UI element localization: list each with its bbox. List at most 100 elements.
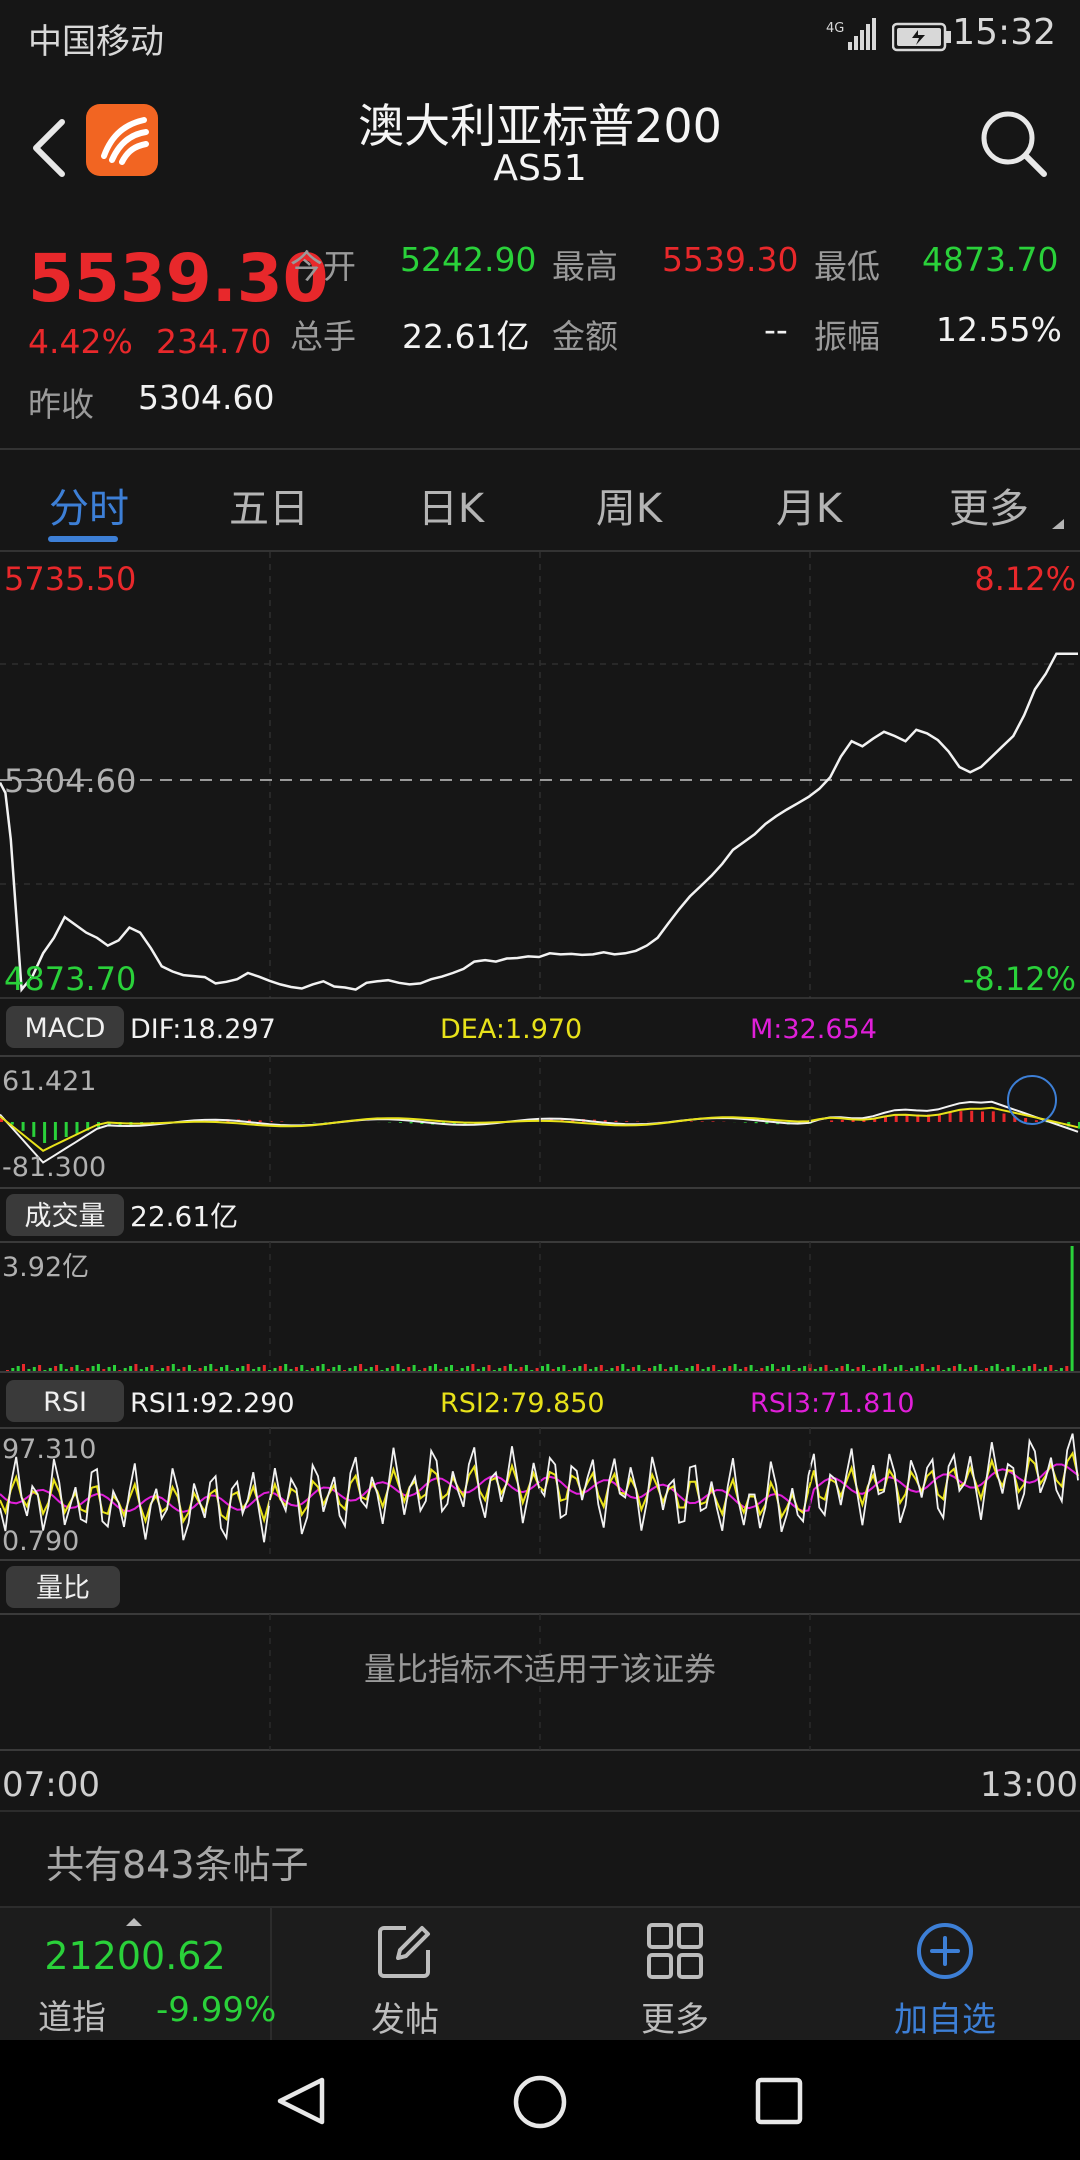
macd-bar: [991, 1111, 995, 1122]
battery-icon: [891, 22, 952, 56]
page-title: 澳大利亚标普200: [358, 99, 722, 153]
macd-bar: [743, 1122, 747, 1123]
macd-bar: [258, 1120, 262, 1122]
volume-bar: [974, 1365, 978, 1372]
posts-row[interactable]: 共有843条帖子: [0, 1818, 1080, 1906]
volume-bar: [225, 1365, 229, 1372]
volume-bar: [583, 1364, 587, 1372]
change-value: 234.70: [156, 322, 272, 361]
tab-daily-k[interactable]: 日K: [376, 476, 526, 534]
liangbi-label: 量比: [36, 1573, 90, 1604]
macd-bar: [280, 1121, 284, 1122]
search-button[interactable]: [976, 106, 1052, 182]
post-button[interactable]: 发帖: [270, 1908, 540, 2042]
volume-bar: [187, 1365, 191, 1372]
rsi1-value: RSI1:92.290: [130, 1388, 295, 1419]
macd-bar: [689, 1121, 693, 1122]
tab-more[interactable]: 更多: [914, 476, 1064, 534]
low-label: 最低: [814, 247, 880, 286]
plus-circle-icon: [917, 1923, 973, 1979]
tab-five-day[interactable]: 五日: [194, 476, 344, 534]
rsi3-value: RSI3:71.810: [750, 1388, 915, 1419]
volume-bar: [171, 1364, 175, 1372]
status-bar: 中国移动 4G 15:32: [0, 0, 1080, 72]
volume-bar: [845, 1364, 849, 1372]
volume-bar: [674, 1365, 678, 1372]
volume-bar: [471, 1364, 475, 1372]
macd-bar: [53, 1122, 57, 1140]
macd-bar: [43, 1122, 47, 1143]
volume-bar: [284, 1364, 288, 1372]
rsi2-value: RSI2:79.850: [440, 1388, 605, 1419]
nav-home-icon[interactable]: [512, 2074, 568, 2130]
index-change: -9.99%: [156, 1990, 277, 2030]
macd-bar: [1002, 1113, 1006, 1122]
tab-weekly-k[interactable]: 周K: [554, 476, 704, 534]
macd-bar: [614, 1120, 618, 1122]
volume-bar: [375, 1365, 379, 1372]
volume-panel-label: 成交量: [25, 1201, 106, 1232]
macd-bar: [1024, 1118, 1028, 1122]
index-ticker[interactable]: 21200.62 道指 -9.99%: [0, 1908, 276, 2042]
volume-bar: [75, 1365, 79, 1372]
volume-bar: [920, 1364, 924, 1372]
volume-bar: [599, 1365, 603, 1372]
volume-label: 总手: [290, 317, 356, 356]
price-grid: [0, 552, 1080, 999]
carrier-name: 中国移动: [28, 22, 164, 62]
macd-bar: [64, 1122, 68, 1137]
volume-bar: [749, 1365, 753, 1372]
macd-bar: [75, 1122, 79, 1134]
add-watchlist-button[interactable]: 加自选: [810, 1908, 1080, 2042]
amount-label: 金额: [552, 317, 618, 356]
header: 澳大利亚标普200 AS51: [0, 72, 1080, 222]
volume-bar: [658, 1364, 662, 1372]
tab-monthly-k[interactable]: 月K: [734, 476, 884, 534]
macd-bar: [981, 1111, 984, 1122]
volume-bar: [771, 1364, 774, 1372]
volume-bar: [995, 1364, 999, 1372]
macd-max-label: 61.421: [2, 1066, 96, 1097]
volume-bar: [1033, 1364, 1037, 1372]
low-value: 4873.70: [922, 240, 1059, 279]
volume-bar: [712, 1365, 716, 1372]
volume-bar: [113, 1365, 116, 1372]
tab-intraday[interactable]: 分时: [14, 476, 164, 534]
volume-bar: [733, 1364, 737, 1372]
volume-bar: [936, 1365, 940, 1372]
chart-area[interactable]: 5735.50 5304.60 4873.70 8.12% -8.12% MAC…: [0, 552, 1080, 1820]
nav-back-icon[interactable]: [274, 2076, 328, 2126]
volume-bar: [246, 1364, 250, 1372]
grid-icon: [647, 1923, 703, 1979]
search-icon: [981, 111, 1047, 177]
volume-bar: [209, 1364, 213, 1372]
more-button[interactable]: 更多: [540, 1908, 810, 2042]
rsi1-line: [0, 1433, 1079, 1543]
nav-recents-icon[interactable]: [754, 2076, 804, 2126]
volume-bar: [434, 1364, 437, 1372]
volume-bar: [508, 1364, 512, 1372]
volume-bar: [696, 1364, 700, 1372]
pct-max-label: 8.12%: [974, 560, 1076, 598]
volume-max-label: 3.92亿: [2, 1252, 89, 1283]
prev-close-value: 5304.60: [138, 378, 275, 417]
volume-value: 22.61亿: [402, 317, 530, 356]
quote-summary: 5539.30 4.42% 234.70 昨收 5304.60 今开 5242.…: [0, 222, 1080, 448]
active-tab-indicator: [48, 536, 118, 542]
macd-bar: [625, 1121, 629, 1122]
volume-bar: [59, 1364, 63, 1372]
volume-bar: [337, 1365, 341, 1372]
add-watchlist-label: 加自选: [894, 2000, 996, 2040]
macd-min-label: -81.300: [2, 1152, 106, 1183]
prev-close-label: 昨收: [28, 385, 94, 424]
open-label: 今开: [290, 247, 356, 286]
macd-bar: [398, 1122, 402, 1123]
volume-bar: [787, 1365, 791, 1372]
volume-bar: [412, 1365, 416, 1372]
clock: 15:32: [952, 12, 1056, 53]
time-axis-start: 07:00: [2, 1765, 100, 1805]
volume-bar: [450, 1365, 453, 1372]
price-ref-label: 5304.60: [4, 762, 136, 800]
volume-bar: [524, 1365, 528, 1372]
volume-bar: [1011, 1365, 1015, 1372]
